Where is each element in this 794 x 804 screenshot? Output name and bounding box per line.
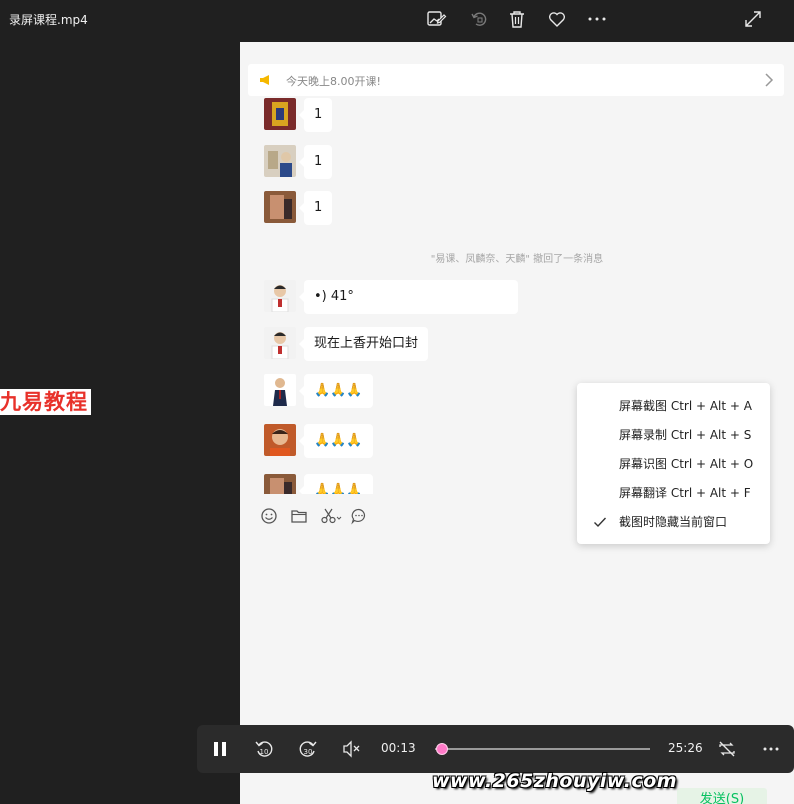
avatar[interactable] bbox=[264, 98, 296, 130]
message-bubble: 1 bbox=[298, 145, 333, 179]
message-bubble: 🙏🙏🙏 bbox=[299, 474, 373, 494]
svg-text:10: 10 bbox=[260, 748, 269, 756]
chat-history-icon[interactable] bbox=[350, 507, 368, 525]
fullscreen-icon[interactable] bbox=[742, 8, 764, 30]
duration: 25:26 bbox=[668, 741, 703, 755]
watermark-text: www.265zhouyiw.com bbox=[432, 770, 678, 792]
pause-button[interactable] bbox=[208, 737, 232, 761]
repeat-off-icon[interactable] bbox=[715, 737, 739, 761]
checkmark-icon bbox=[594, 517, 607, 528]
send-button[interactable]: 发送(S) bbox=[677, 788, 767, 804]
message-bubble: 🙏🙏🙏 bbox=[299, 374, 373, 408]
megaphone-icon bbox=[260, 75, 269, 85]
avatar[interactable] bbox=[264, 424, 296, 456]
notice-text: 今天晚上8.00开课! bbox=[286, 75, 381, 88]
more-options-icon[interactable] bbox=[586, 8, 608, 30]
message-bubble: •) 41° bbox=[299, 280, 518, 314]
avatar[interactable] bbox=[264, 145, 296, 177]
folder-icon[interactable] bbox=[290, 507, 308, 525]
avatar[interactable] bbox=[264, 374, 296, 406]
menu-item-screen-translate[interactable]: 屏幕翻译 Ctrl + Alt + F bbox=[577, 480, 770, 506]
more-options-icon[interactable] bbox=[759, 737, 783, 761]
window-title: 录屏课程.mp4 bbox=[9, 13, 88, 27]
message-bubble: 🙏🙏🙏 bbox=[299, 424, 373, 458]
menu-item-screen-record[interactable]: 屏幕录制 Ctrl + Alt + S bbox=[577, 422, 770, 448]
progress-track[interactable] bbox=[435, 748, 650, 750]
avatar[interactable] bbox=[264, 280, 296, 312]
avatar[interactable] bbox=[264, 327, 296, 359]
svg-text:30: 30 bbox=[304, 748, 313, 756]
menu-item-screenshot[interactable]: 屏幕截图 Ctrl + Alt + A bbox=[577, 393, 770, 419]
forward-30-button[interactable]: 30 bbox=[296, 737, 320, 761]
chevron-right-icon bbox=[765, 73, 774, 87]
media-player-window: 录屏课程.mp4 九易教程 今天晚上8.00开课! 1 1 1 "易课、凤麟奈、… bbox=[0, 0, 794, 804]
screenshot-context-menu: 屏幕截图 Ctrl + Alt + A 屏幕录制 Ctrl + Alt + S … bbox=[577, 383, 770, 544]
current-time: 00:13 bbox=[381, 741, 416, 755]
title-bar: 录屏课程.mp4 bbox=[0, 0, 794, 42]
recall-notice: "易课、凤麟奈、天麟" 撤回了一条消息 bbox=[430, 254, 604, 265]
chat-notice-bar[interactable]: 今天晚上8.00开课! bbox=[248, 64, 784, 96]
message-bubble: 1 bbox=[298, 98, 333, 132]
menu-item-label: 截图时隐藏当前窗口 bbox=[619, 515, 728, 529]
avatar[interactable] bbox=[264, 474, 296, 494]
delete-icon[interactable] bbox=[506, 8, 528, 30]
emoji-icon[interactable] bbox=[260, 507, 278, 525]
brand-label: 九易教程 bbox=[0, 389, 91, 415]
message-bubble: 1 bbox=[298, 191, 333, 225]
edit-image-icon[interactable] bbox=[425, 8, 447, 30]
media-controls: 10 30 00:13 25:26 bbox=[197, 725, 794, 773]
scissors-icon[interactable] bbox=[320, 507, 342, 525]
message-bubble: 现在上香开始口封 bbox=[298, 327, 429, 361]
rotate-icon[interactable] bbox=[468, 8, 490, 30]
progress-thumb[interactable] bbox=[435, 743, 448, 755]
avatar[interactable] bbox=[264, 191, 296, 223]
mute-icon[interactable] bbox=[340, 737, 364, 761]
favorite-icon[interactable] bbox=[546, 8, 568, 30]
video-frame[interactable]: 今天晚上8.00开课! 1 1 1 "易课、凤麟奈、天麟" 撤回了一条消息 •)… bbox=[240, 42, 794, 804]
rewind-10-button[interactable]: 10 bbox=[252, 737, 276, 761]
menu-item-hide-window[interactable]: 截图时隐藏当前窗口 bbox=[577, 509, 770, 535]
menu-item-screen-recognize[interactable]: 屏幕识图 Ctrl + Alt + O bbox=[577, 451, 770, 477]
